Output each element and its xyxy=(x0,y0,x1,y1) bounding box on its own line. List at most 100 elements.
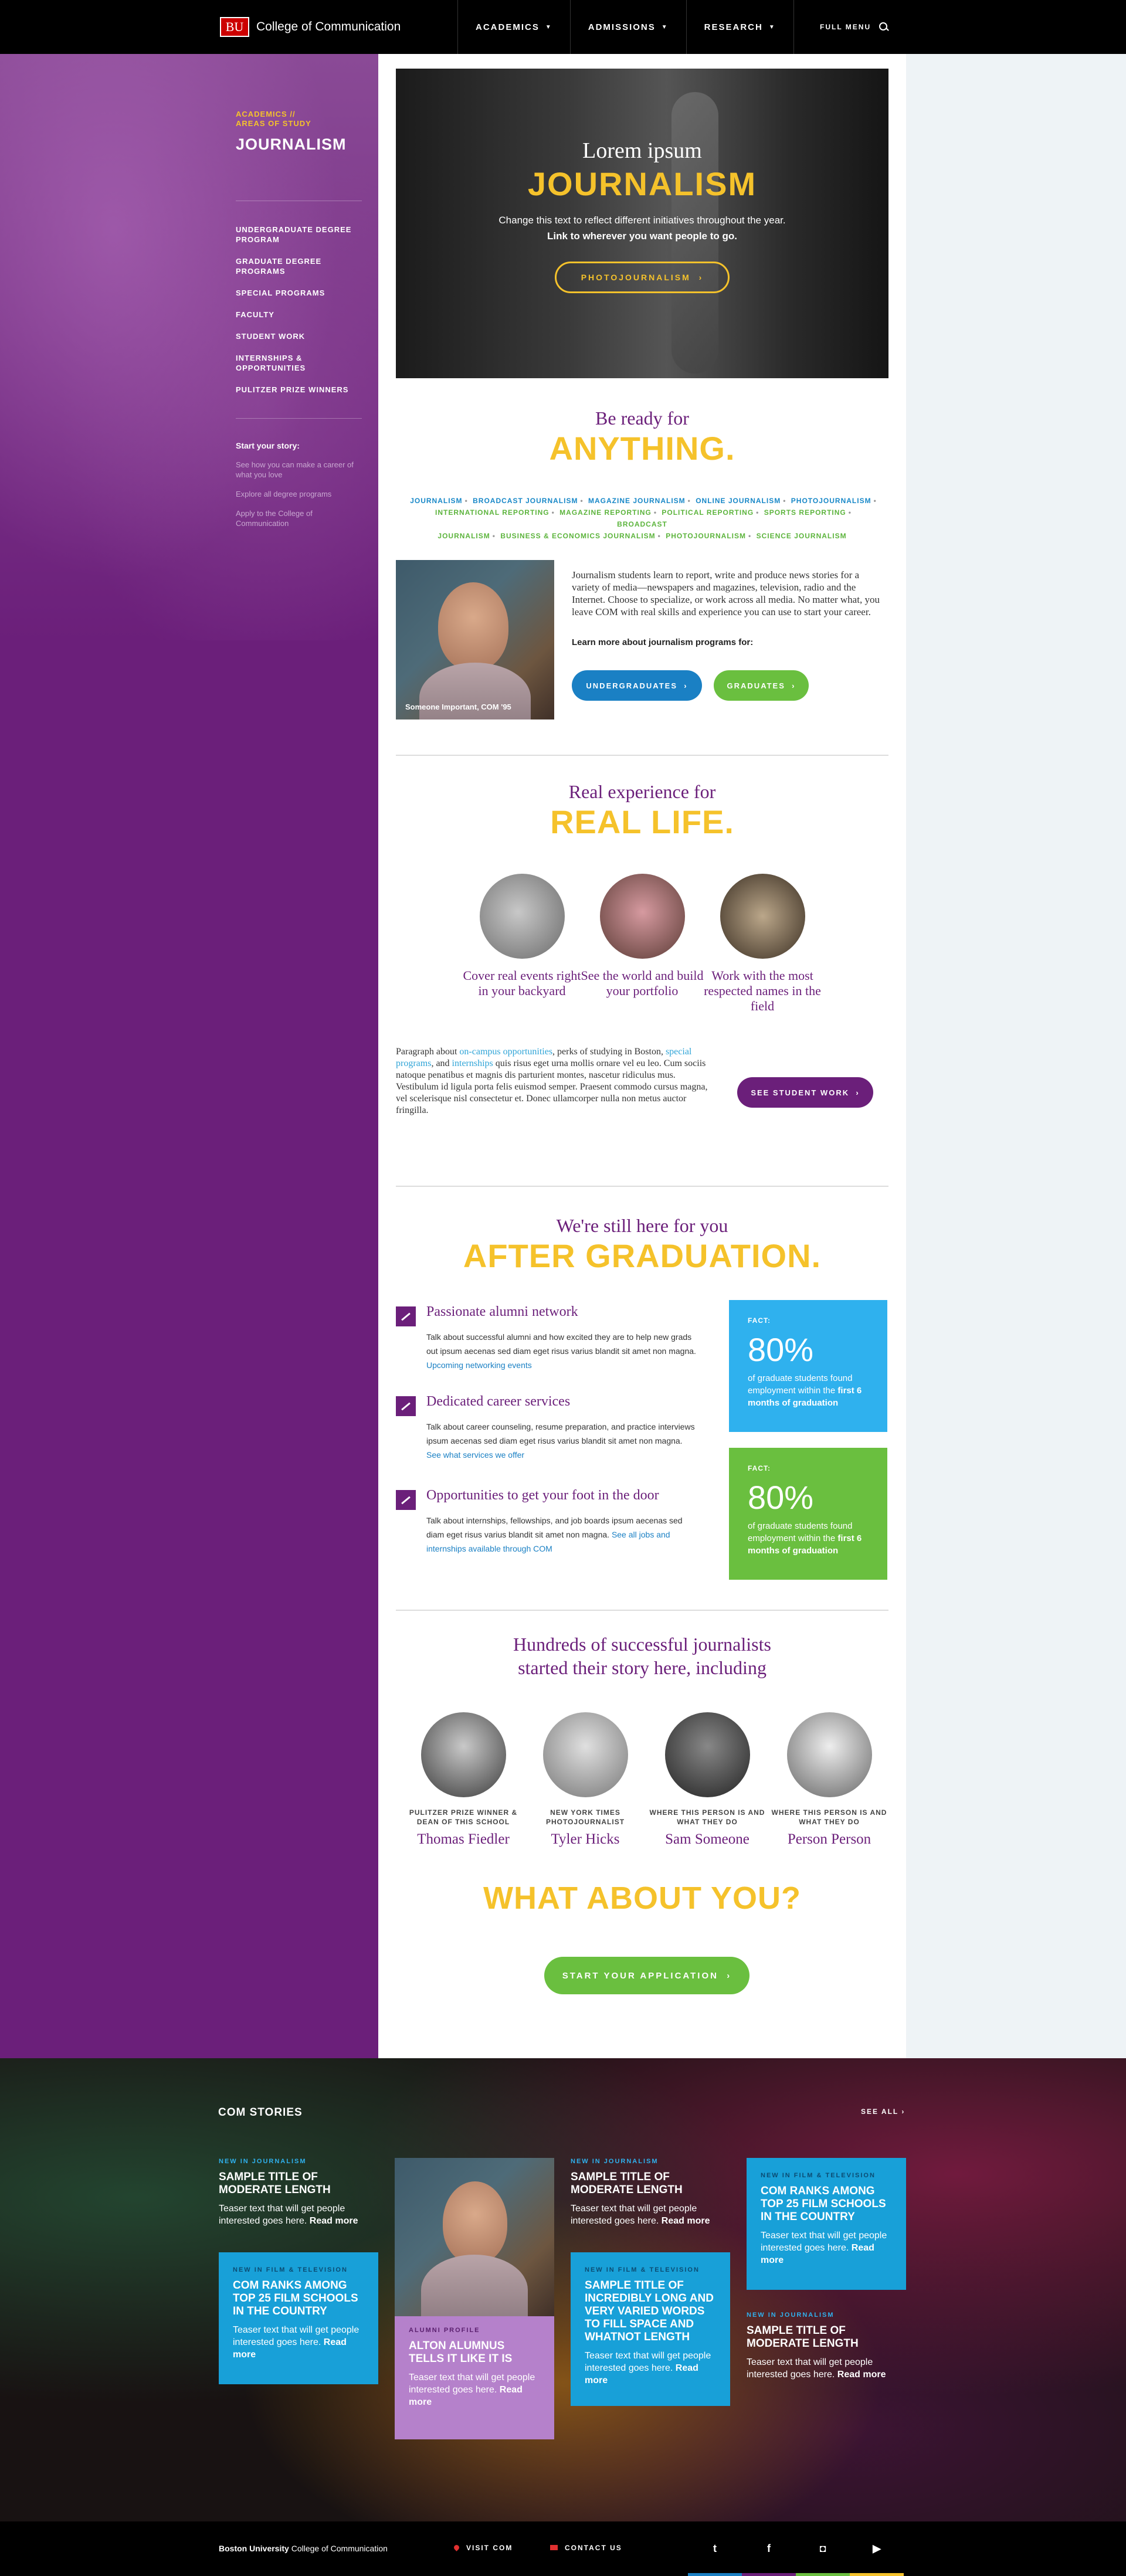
sidebar-item-pulitzer[interactable]: PULITZER PRIZE WINNERS xyxy=(236,385,362,395)
read-more-link[interactable]: Read more xyxy=(310,2216,358,2226)
story-card[interactable]: NEW IN FILM & TELEVISION COM RANKS AMONG… xyxy=(219,2252,378,2384)
tag-link[interactable]: PHOTOJOURNALISM xyxy=(791,497,871,505)
feature-alumni-network: Passionate alumni network Talk about suc… xyxy=(396,1304,701,1380)
on-campus-link[interactable]: on-campus opportunities xyxy=(459,1047,552,1057)
story-title: SAMPLE TITLE OF MODERATE LENGTH xyxy=(747,2324,859,2350)
internships-link[interactable]: internships xyxy=(452,1058,493,1068)
nav-label: ACADEMICS xyxy=(476,22,540,32)
tag-link[interactable]: PHOTOJOURNALISM xyxy=(666,532,746,540)
tag-link[interactable]: MAGAZINE JOURNALISM xyxy=(588,497,686,505)
tag-link[interactable]: INTERNATIONAL REPORTING xyxy=(435,508,550,517)
sidebar-item-special-programs[interactable]: SPECIAL PROGRAMS xyxy=(236,288,362,298)
story-link-degree-programs[interactable]: Explore all degree programs xyxy=(236,489,362,499)
story-card[interactable]: NEW IN FILM & TELEVISION COM RANKS AMONG… xyxy=(747,2158,906,2290)
story-card[interactable]: NEW IN JOURNALISM SAMPLE TITLE OF MODERA… xyxy=(571,2158,730,2227)
nav-academics[interactable]: ACADEMICS ▼ xyxy=(457,0,570,54)
alumni-card[interactable]: PULITZER PRIZE WINNER & DEAN OF THIS SCH… xyxy=(402,1712,525,1848)
button-label: UNDERGRADUATES xyxy=(586,681,678,690)
graduates-button[interactable]: GRADUATES › xyxy=(714,670,809,701)
see-student-work-button[interactable]: SEE STUDENT WORK › xyxy=(737,1077,873,1108)
story-photo xyxy=(395,2158,554,2316)
search-icon[interactable] xyxy=(879,22,888,32)
fact-number: 80% xyxy=(748,1331,814,1368)
see-all-label: SEE ALL xyxy=(861,2107,899,2116)
ready-section: Be ready for ANYTHING. xyxy=(378,408,906,467)
portrait-face xyxy=(438,582,508,670)
twitter-icon[interactable]: t xyxy=(688,2521,742,2576)
sidebar-item-graduate[interactable]: GRADUATE DEGREE PROGRAMS xyxy=(236,256,362,276)
story-card[interactable]: NEW IN JOURNALISM SAMPLE TITLE OF MODERA… xyxy=(219,2158,378,2227)
experience-item[interactable]: Work with the most respected names in th… xyxy=(701,874,824,1014)
sidebar-item-internships[interactable]: INTERNSHIPS & OPPORTUNITIES xyxy=(236,353,362,373)
undergraduates-button[interactable]: UNDERGRADUATES › xyxy=(572,670,702,701)
hero-banner: Lorem ipsum JOURNALISM Change this text … xyxy=(396,69,888,378)
fact-text: of graduate students found employment wi… xyxy=(748,1520,869,1557)
alumni-photo xyxy=(420,1712,506,1797)
alumni-card[interactable]: WHERE THIS PERSON IS AND WHAT THEY DO Sa… xyxy=(646,1712,769,1848)
story-teaser: Teaser text that will get people interes… xyxy=(571,2202,730,2227)
tag-link[interactable]: SPORTS REPORTING xyxy=(764,508,846,517)
fact-label: FACT: xyxy=(748,1464,771,1472)
nav-admissions[interactable]: ADMISSIONS ▼ xyxy=(569,0,686,54)
hero-desc-link[interactable]: Link to wherever you want people to go. xyxy=(547,230,737,242)
experience-item[interactable]: See the world and build your portfolio xyxy=(581,874,704,999)
alumni-heading-line: Hundreds of successful journalists xyxy=(513,1634,771,1655)
tag-link[interactable]: SCIENCE JOURNALISM xyxy=(757,532,847,540)
contact-us-link[interactable]: CONTACT US xyxy=(550,2544,622,2552)
section-pretitle: Real experience for xyxy=(568,781,716,802)
featured-alumnus-photo: Someone Important, COM '95 xyxy=(396,560,554,719)
story-card[interactable]: NEW IN JOURNALISM SAMPLE TITLE OF MODERA… xyxy=(747,2312,906,2381)
tag-link[interactable]: JOURNALISM xyxy=(410,497,462,505)
story-teaser: Teaser text that will get people interes… xyxy=(761,2229,892,2266)
read-more-link[interactable]: Read more xyxy=(837,2370,886,2380)
sidebar-item-student-work[interactable]: STUDENT WORK xyxy=(236,331,362,341)
read-more-link[interactable]: Read more xyxy=(662,2216,710,2226)
tag-link[interactable]: BROADCAST xyxy=(617,520,667,528)
alumni-role: NEW YORK TIMES PHOTOJOURNALIST xyxy=(545,1808,625,1826)
tag-link[interactable]: JOURNALISM xyxy=(437,532,490,540)
story-card[interactable]: NEW IN FILM & TELEVISION SAMPLE TITLE OF… xyxy=(571,2252,730,2406)
tag-link[interactable]: POLITICAL REPORTING xyxy=(662,508,754,517)
tag-link[interactable]: BROADCAST JOURNALISM xyxy=(473,497,578,505)
networking-events-link[interactable]: Upcoming networking events xyxy=(426,1360,532,1370)
alumni-card[interactable]: NEW YORK TIMES PHOTOJOURNALIST Tyler Hic… xyxy=(524,1712,647,1848)
tag-link[interactable]: MAGAZINE REPORTING xyxy=(559,508,652,517)
experience-item[interactable]: Cover real events right in your backyard xyxy=(460,874,584,999)
story-link-apply[interactable]: Apply to the College of Communication xyxy=(236,508,362,528)
story-kicker: NEW IN JOURNALISM xyxy=(219,2158,307,2165)
main-content: Lorem ipsum JOURNALISM Change this text … xyxy=(378,54,906,2058)
fact-body: of graduate students found employment wi… xyxy=(748,1521,853,1543)
breadcrumb[interactable]: ACADEMICS // AREAS OF STUDY xyxy=(236,110,362,128)
instagram-icon[interactable]: ◘ xyxy=(796,2521,850,2576)
start-application-button[interactable]: START YOUR APPLICATION › xyxy=(544,1957,749,1994)
brand-logo-link[interactable]: BU College of Communication xyxy=(220,15,401,39)
link-label: CONTACT US xyxy=(565,2544,622,2552)
divider xyxy=(396,755,888,756)
alumni-name: Sam Someone xyxy=(665,1831,749,1847)
envelope-icon xyxy=(550,2545,558,2550)
nav-research[interactable]: RESEARCH ▼ xyxy=(686,0,794,54)
story-link-career[interactable]: See how you can make a career of what yo… xyxy=(236,460,362,480)
alumni-card[interactable]: WHERE THIS PERSON IS AND WHAT THEY DO Pe… xyxy=(768,1712,891,1848)
tag-link[interactable]: BUSINESS & ECONOMICS JOURNALISM xyxy=(500,532,655,540)
intro-paragraph: Journalism students learn to report, wri… xyxy=(572,569,880,617)
see-all-link[interactable]: SEE ALL › xyxy=(861,2107,905,2116)
hero-description: Change this text to reflect different in… xyxy=(490,212,795,244)
experience-caption: Cover real events right in your backyard xyxy=(463,968,581,998)
visit-com-link[interactable]: VISIT COM xyxy=(453,2544,513,2552)
main-menu: ACADEMICS ▼ ADMISSIONS ▼ RESEARCH ▼ xyxy=(457,0,794,54)
story-teaser: Teaser text that will get people interes… xyxy=(585,2350,716,2387)
sidebar-item-undergraduate[interactable]: UNDERGRADUATE DEGREE PROGRAM xyxy=(236,225,362,245)
youtube-icon[interactable]: ▶ xyxy=(850,2521,904,2576)
sidebar-item-faculty[interactable]: FACULTY xyxy=(236,310,362,320)
full-menu-button[interactable]: FULL MENU xyxy=(820,0,888,54)
footer-brand[interactable]: Boston University College of Communicati… xyxy=(219,2544,388,2553)
facebook-icon[interactable]: f xyxy=(742,2521,796,2576)
story-card[interactable]: ALUMNI PROFILE ALTON ALUMNUS TELLS IT LI… xyxy=(395,2158,554,2439)
top-nav: BU College of Communication ACADEMICS ▼ A… xyxy=(0,0,1126,54)
hero-title: JOURNALISM xyxy=(527,165,757,202)
fact-body: of graduate students found employment wi… xyxy=(748,1373,853,1396)
services-link[interactable]: See what services we offer xyxy=(426,1450,524,1460)
tag-link[interactable]: ONLINE JOURNALISM xyxy=(696,497,781,505)
photojournalism-button[interactable]: PHOTOJOURNALISM › xyxy=(554,262,730,293)
